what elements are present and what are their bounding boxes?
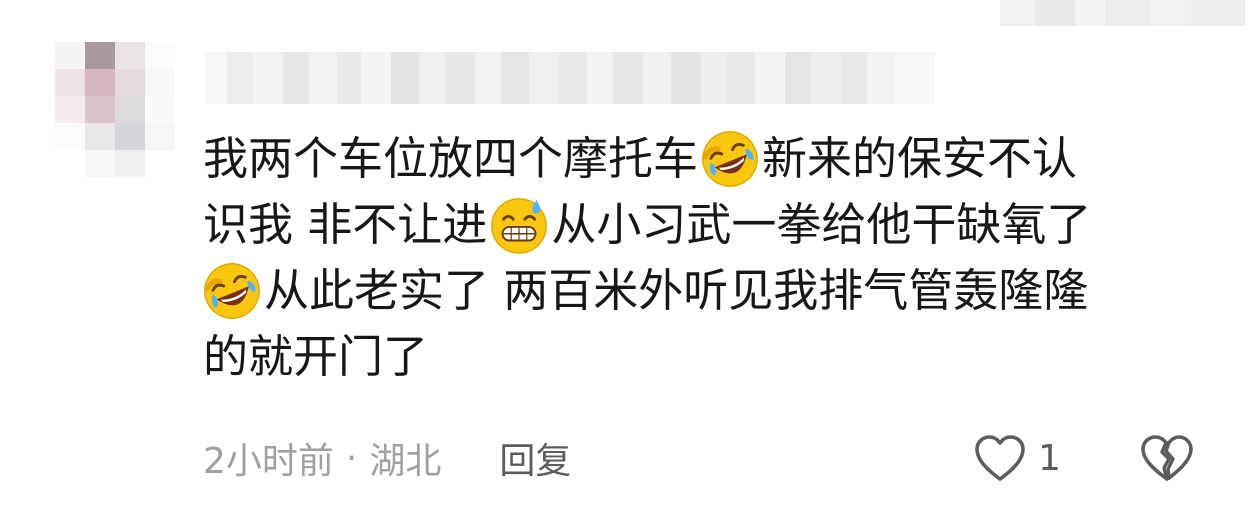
comment-body: 我两个车位放四个摩托车 新来的保安不认 识我 非不让进 从小习武一拳给他干缺氧了…: [203, 126, 1203, 390]
comment-text: 从此老实了 两百米外听见我排气管轰隆隆: [264, 264, 1089, 317]
reply-button[interactable]: 回复: [499, 432, 571, 484]
rofl-emoji: [702, 131, 758, 187]
comment-text: 的就开门了: [203, 330, 429, 383]
grin-sweat-emoji: [491, 198, 548, 254]
comment-text: 新来的保安不认: [762, 132, 1078, 185]
heart-outline-icon: [975, 435, 1025, 481]
comment-line: 的就开门了: [203, 324, 1203, 390]
comment-line: 识我 非不让进 从小习武一拳给他干缺氧了: [203, 192, 1203, 258]
avatar[interactable]: [55, 42, 175, 177]
comment-text: 从小习武一拳给他干缺氧了: [551, 198, 1092, 251]
username-blurred: [205, 52, 935, 104]
dislike-button[interactable]: [1138, 430, 1198, 486]
rofl-emoji: [204, 263, 260, 319]
timestamp: 2小时前: [203, 441, 334, 482]
comment-footer: 2小时前 · 湖北 回复: [203, 430, 1213, 486]
separator-dot: ·: [345, 437, 358, 479]
comment-text: 我两个车位放四个摩托车: [203, 132, 699, 185]
comment-text: 识我 非不让进: [203, 198, 488, 251]
broken-heart-icon: [1141, 435, 1193, 481]
blurred-header-strip: [1000, 0, 1245, 26]
location: 湖北: [369, 441, 442, 482]
comment-line: 我两个车位放四个摩托车 新来的保安不认: [203, 126, 1203, 192]
like-button[interactable]: 1: [972, 430, 1061, 486]
like-count: 1: [1038, 437, 1061, 479]
comment-line: 从此老实了 两百米外听见我排气管轰隆隆: [203, 258, 1203, 324]
